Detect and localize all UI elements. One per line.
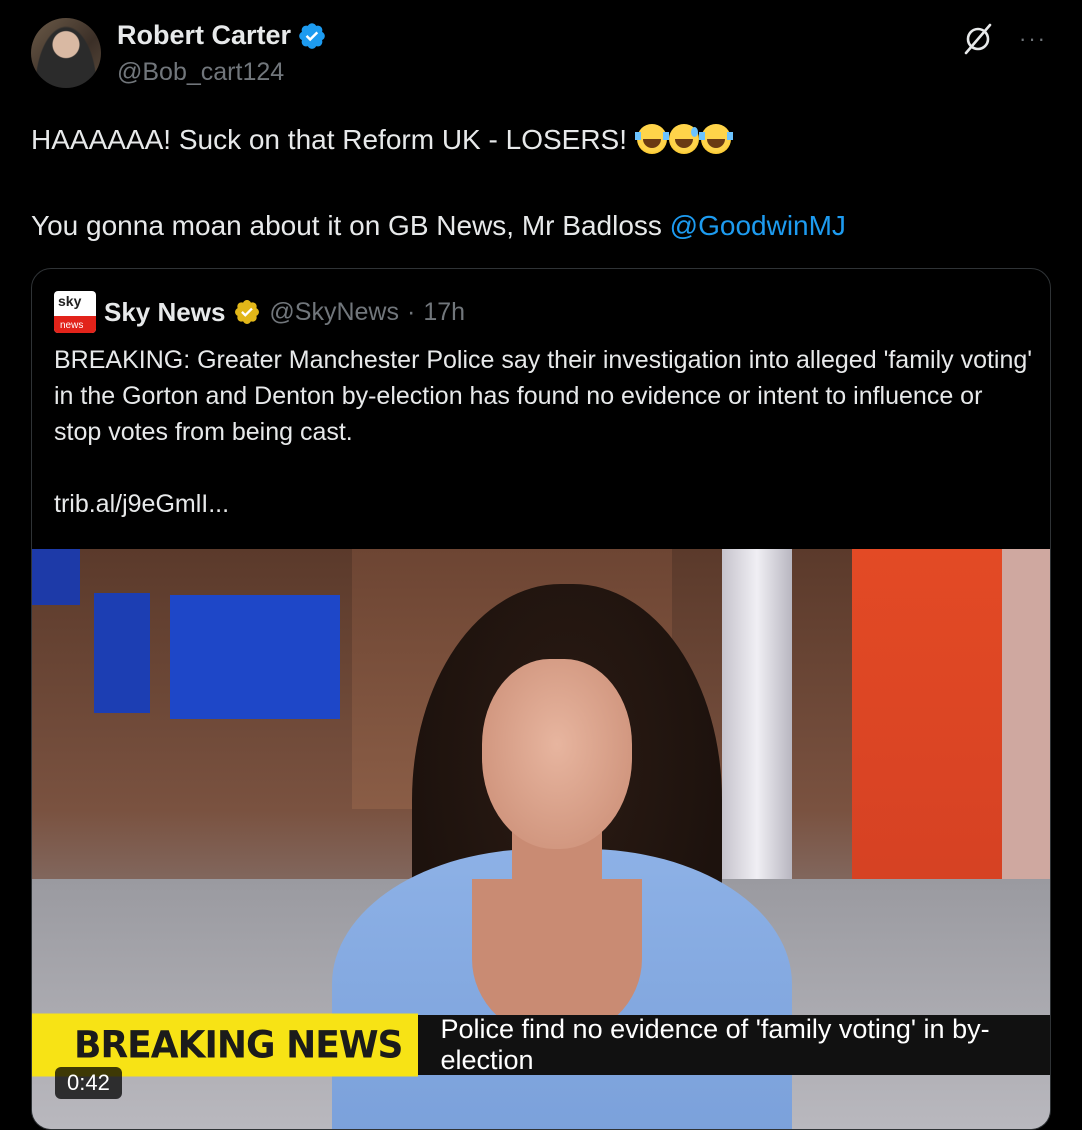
breaking-news-ticker: BREAKING NEWS Police find no evidence of… <box>32 1013 1050 1077</box>
post-line-1: HAAAAAA! Suck on that Reform UK - LOSERS… <box>31 118 1051 161</box>
author-handle[interactable]: @Bob_cart124 <box>117 58 284 87</box>
grok-icon[interactable] <box>961 22 995 56</box>
quoted-post-card[interactable]: sky news Sky News @SkyNews · 17h BREAKIN… <box>31 268 1051 1130</box>
post-text: HAAAAAA! Suck on that Reform UK - LOSERS… <box>31 118 1051 247</box>
author-name[interactable]: Robert Carter <box>117 20 291 51</box>
sky-news-logo[interactable]: sky news <box>54 291 96 333</box>
avatar[interactable] <box>31 18 101 88</box>
separator-dot: · <box>406 297 416 326</box>
mention-link[interactable]: @GoodwinMJ <box>670 210 846 241</box>
quoted-post-body: BREAKING: Greater Manchester Police say … <box>54 346 1033 446</box>
quoted-post-time[interactable]: 17h <box>423 298 465 327</box>
post-line-2: You gonna moan about it on GB News, Mr B… <box>31 204 1051 247</box>
ticker-headline: Police find no evidence of 'family votin… <box>418 1014 1050 1075</box>
author-row: Robert Carter <box>117 20 327 51</box>
quoted-post-link[interactable]: trib.al/j9eGmlI... <box>54 486 1034 522</box>
grinning-sweat-emoji-icon <box>668 124 699 154</box>
quoted-post-header: sky news Sky News @SkyNews · 17h <box>54 291 465 333</box>
gold-verified-badge-icon <box>235 300 260 324</box>
post-line-1-text: HAAAAAA! Suck on that Reform UK - LOSERS… <box>31 124 627 155</box>
tears-of-joy-emoji-icon <box>698 124 733 154</box>
quoted-author-handle[interactable]: @SkyNews <box>269 298 399 327</box>
tears-of-joy-emoji-icon <box>634 124 669 154</box>
video-player[interactable]: BREAKING NEWS Police find no evidence of… <box>32 549 1050 1129</box>
more-icon[interactable]: ··· <box>1019 26 1047 52</box>
quoted-post-text: BREAKING: Greater Manchester Police say … <box>54 342 1034 522</box>
verified-badge-icon <box>299 22 325 49</box>
quoted-author-name[interactable]: Sky News <box>104 297 225 328</box>
post-header: Robert Carter @Bob_cart124 ··· <box>31 18 1061 98</box>
video-duration: 0:42 <box>55 1067 122 1099</box>
post-line-2-text: You gonna moan about it on GB News, Mr B… <box>31 210 670 241</box>
